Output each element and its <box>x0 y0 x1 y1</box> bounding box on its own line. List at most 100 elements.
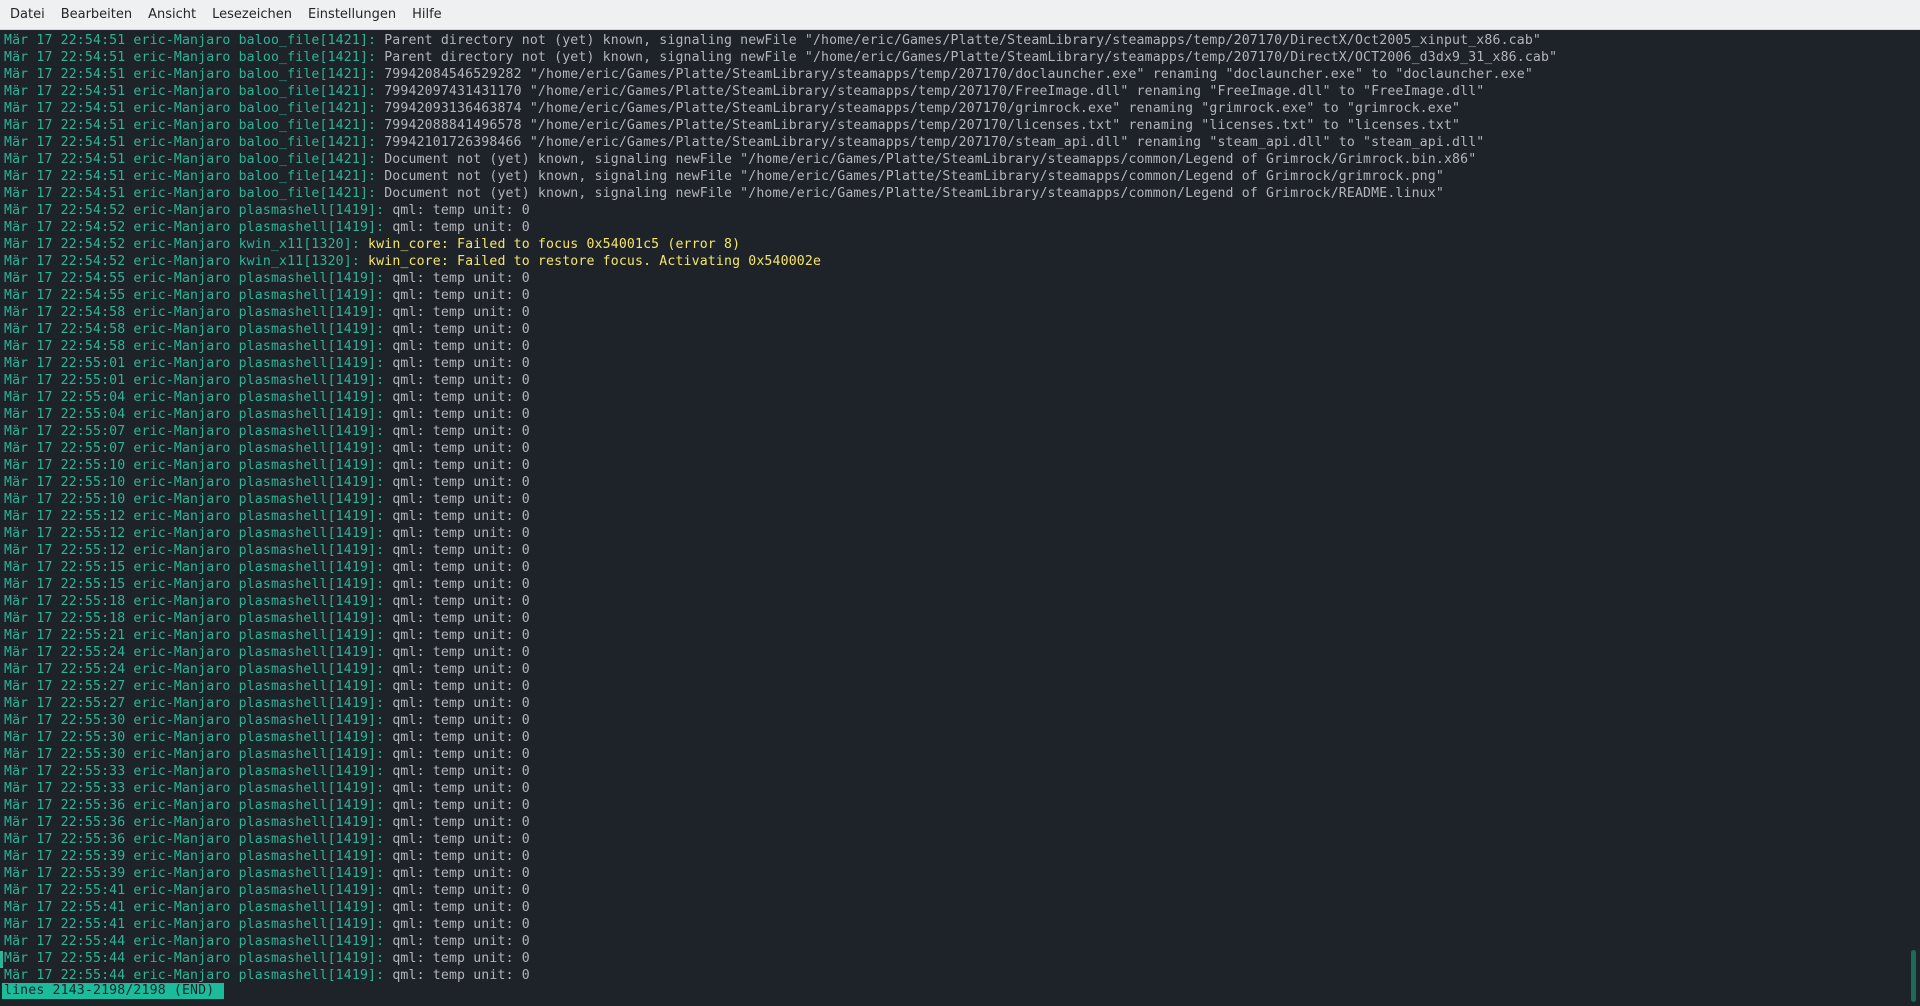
log-line-meta: Mär 17 22:55:18 eric-Manjaro plasmashell… <box>4 594 385 609</box>
log-line-meta: Mär 17 22:55:10 eric-Manjaro plasmashell… <box>4 458 385 473</box>
log-line: Mär 17 22:54:51 eric-Manjaro baloo_file[… <box>4 49 1920 66</box>
log-line-message: qml: temp unit: 0 <box>392 492 530 507</box>
menu-bearbeiten[interactable]: Bearbeiten <box>53 0 140 30</box>
log-line-message: qml: temp unit: 0 <box>392 662 530 677</box>
menu-einstellungen[interactable]: Einstellungen <box>300 0 404 30</box>
log-line: Mär 17 22:55:30 eric-Manjaro plasmashell… <box>4 712 1920 729</box>
log-line-meta: Mär 17 22:55:44 eric-Manjaro plasmashell… <box>4 934 385 949</box>
log-line-meta: Mär 17 22:54:51 eric-Manjaro baloo_file[… <box>4 186 377 201</box>
log-line-message: qml: temp unit: 0 <box>392 645 530 660</box>
log-line-message: qml: temp unit: 0 <box>392 203 530 218</box>
log-line-meta: Mär 17 22:54:52 eric-Manjaro plasmashell… <box>4 220 385 235</box>
log-line-meta: Mär 17 22:54:51 eric-Manjaro baloo_file[… <box>4 169 377 184</box>
log-line-message: qml: temp unit: 0 <box>392 356 530 371</box>
log-line-message: qml: temp unit: 0 <box>392 594 530 609</box>
log-line: Mär 17 22:55:36 eric-Manjaro plasmashell… <box>4 797 1920 814</box>
log-line-message: qml: temp unit: 0 <box>392 577 530 592</box>
log-line: Mär 17 22:55:01 eric-Manjaro plasmashell… <box>4 372 1920 389</box>
log-line: Mär 17 22:55:33 eric-Manjaro plasmashell… <box>4 780 1920 797</box>
log-line-meta: Mär 17 22:55:39 eric-Manjaro plasmashell… <box>4 849 385 864</box>
log-line: Mär 17 22:55:24 eric-Manjaro plasmashell… <box>4 661 1920 678</box>
log-line-meta: Mär 17 22:54:51 eric-Manjaro baloo_file[… <box>4 84 377 99</box>
log-line-message: qml: temp unit: 0 <box>392 339 530 354</box>
log-line-meta: Mär 17 22:55:07 eric-Manjaro plasmashell… <box>4 441 385 456</box>
menu-hilfe[interactable]: Hilfe <box>404 0 450 30</box>
log-line: Mär 17 22:55:12 eric-Manjaro plasmashell… <box>4 542 1920 559</box>
log-line: Mär 17 22:54:51 eric-Manjaro baloo_file[… <box>4 100 1920 117</box>
log-line-meta: Mär 17 22:55:12 eric-Manjaro plasmashell… <box>4 526 385 541</box>
menu-datei[interactable]: Datei <box>2 0 53 30</box>
log-line-message: 79942084546529282 "/home/eric/Games/Plat… <box>384 67 1533 82</box>
log-line-meta: Mär 17 22:54:51 eric-Manjaro baloo_file[… <box>4 101 377 116</box>
log-line-message: kwin_core: Failed to restore focus. Acti… <box>368 254 822 269</box>
log-line-meta: Mär 17 22:54:58 eric-Manjaro plasmashell… <box>4 305 385 320</box>
log-line: Mär 17 22:54:52 eric-Manjaro kwin_x11[13… <box>4 236 1920 253</box>
log-line: Mär 17 22:55:21 eric-Manjaro plasmashell… <box>4 627 1920 644</box>
log-line-meta: Mär 17 22:55:33 eric-Manjaro plasmashell… <box>4 764 385 779</box>
log-line-message: qml: temp unit: 0 <box>392 866 530 881</box>
menu-ansicht[interactable]: Ansicht <box>140 0 204 30</box>
log-line-meta: Mär 17 22:55:24 eric-Manjaro plasmashell… <box>4 662 385 677</box>
log-line-message: qml: temp unit: 0 <box>392 747 530 762</box>
log-line-message: qml: temp unit: 0 <box>392 424 530 439</box>
log-line-meta: Mär 17 22:54:58 eric-Manjaro plasmashell… <box>4 339 385 354</box>
log-line-meta: Mär 17 22:55:07 eric-Manjaro plasmashell… <box>4 424 385 439</box>
log-line: Mär 17 22:54:55 eric-Manjaro plasmashell… <box>4 270 1920 287</box>
log-line-message: qml: temp unit: 0 <box>392 373 530 388</box>
log-line: Mär 17 22:55:30 eric-Manjaro plasmashell… <box>4 729 1920 746</box>
log-line-meta: Mär 17 22:55:30 eric-Manjaro plasmashell… <box>4 713 385 728</box>
log-line-message: qml: temp unit: 0 <box>392 849 530 864</box>
log-line-message: qml: temp unit: 0 <box>392 288 530 303</box>
log-line: Mär 17 22:55:15 eric-Manjaro plasmashell… <box>4 559 1920 576</box>
log-line-meta: Mär 17 22:54:51 eric-Manjaro baloo_file[… <box>4 152 377 167</box>
log-line-meta: Mär 17 22:55:30 eric-Manjaro plasmashell… <box>4 747 385 762</box>
log-line: Mär 17 22:55:36 eric-Manjaro plasmashell… <box>4 814 1920 831</box>
log-line-message: qml: temp unit: 0 <box>392 934 530 949</box>
log-line-meta: Mär 17 22:55:33 eric-Manjaro plasmashell… <box>4 781 385 796</box>
log-line-meta: Mär 17 22:55:21 eric-Manjaro plasmashell… <box>4 628 385 643</box>
log-line: Mär 17 22:55:44 eric-Manjaro plasmashell… <box>4 933 1920 950</box>
log-line-message: qml: temp unit: 0 <box>392 543 530 558</box>
log-line: Mär 17 22:55:10 eric-Manjaro plasmashell… <box>4 491 1920 508</box>
log-line-meta: Mär 17 22:54:52 eric-Manjaro kwin_x11[13… <box>4 237 360 252</box>
log-line-meta: Mär 17 22:54:58 eric-Manjaro plasmashell… <box>4 322 385 337</box>
log-line: Mär 17 22:54:51 eric-Manjaro baloo_file[… <box>4 66 1920 83</box>
log-line: Mär 17 22:55:07 eric-Manjaro plasmashell… <box>4 440 1920 457</box>
log-line-meta: Mär 17 22:55:15 eric-Manjaro plasmashell… <box>4 577 385 592</box>
log-line: Mär 17 22:54:51 eric-Manjaro baloo_file[… <box>4 168 1920 185</box>
log-line: Mär 17 22:54:58 eric-Manjaro plasmashell… <box>4 321 1920 338</box>
log-line: Mär 17 22:55:30 eric-Manjaro plasmashell… <box>4 746 1920 763</box>
log-line: Mär 17 22:54:52 eric-Manjaro plasmashell… <box>4 219 1920 236</box>
log-line-meta: Mär 17 22:55:10 eric-Manjaro plasmashell… <box>4 475 385 490</box>
log-line-message: qml: temp unit: 0 <box>392 798 530 813</box>
log-line-meta: Mär 17 22:55:27 eric-Manjaro plasmashell… <box>4 696 385 711</box>
log-line-meta: Mär 17 22:55:18 eric-Manjaro plasmashell… <box>4 611 385 626</box>
log-line-message: qml: temp unit: 0 <box>392 883 530 898</box>
log-line-message: qml: temp unit: 0 <box>392 458 530 473</box>
log-line: Mär 17 22:55:18 eric-Manjaro plasmashell… <box>4 610 1920 627</box>
terminal-output[interactable]: Mär 17 22:54:51 eric-Manjaro baloo_file[… <box>0 31 1920 1006</box>
log-line: Mär 17 22:54:51 eric-Manjaro baloo_file[… <box>4 134 1920 151</box>
log-line-message: qml: temp unit: 0 <box>392 815 530 830</box>
log-line-meta: Mär 17 22:54:51 eric-Manjaro baloo_file[… <box>4 33 377 48</box>
log-line-message: Document not (yet) known, signaling newF… <box>384 152 1477 167</box>
scrollbar-thumb[interactable] <box>1911 950 1916 1002</box>
log-line-meta: Mär 17 22:55:44 eric-Manjaro plasmashell… <box>4 968 385 983</box>
log-line: Mär 17 22:55:27 eric-Manjaro plasmashell… <box>4 678 1920 695</box>
log-line: Mär 17 22:55:27 eric-Manjaro plasmashell… <box>4 695 1920 712</box>
menu-lesezeichen[interactable]: Lesezeichen <box>204 0 300 30</box>
log-line-message: qml: temp unit: 0 <box>392 730 530 745</box>
log-line-message: Document not (yet) known, signaling newF… <box>384 186 1444 201</box>
log-line-message: qml: temp unit: 0 <box>392 305 530 320</box>
log-line: Mär 17 22:55:01 eric-Manjaro plasmashell… <box>4 355 1920 372</box>
scrollbar[interactable] <box>1908 31 1916 1006</box>
log-line-message: qml: temp unit: 0 <box>392 271 530 286</box>
log-line: Mär 17 22:55:10 eric-Manjaro plasmashell… <box>4 474 1920 491</box>
log-line-meta: Mär 17 22:55:04 eric-Manjaro plasmashell… <box>4 407 385 422</box>
log-line-message: Parent directory not (yet) known, signal… <box>384 33 1542 48</box>
log-line-message: qml: temp unit: 0 <box>392 441 530 456</box>
log-line-meta: Mär 17 22:54:51 eric-Manjaro baloo_file[… <box>4 135 377 150</box>
log-line-message: qml: temp unit: 0 <box>392 679 530 694</box>
log-line: Mär 17 22:54:51 eric-Manjaro baloo_file[… <box>4 32 1920 49</box>
log-line-message: 79942088841496578 "/home/eric/Games/Plat… <box>384 118 1461 133</box>
